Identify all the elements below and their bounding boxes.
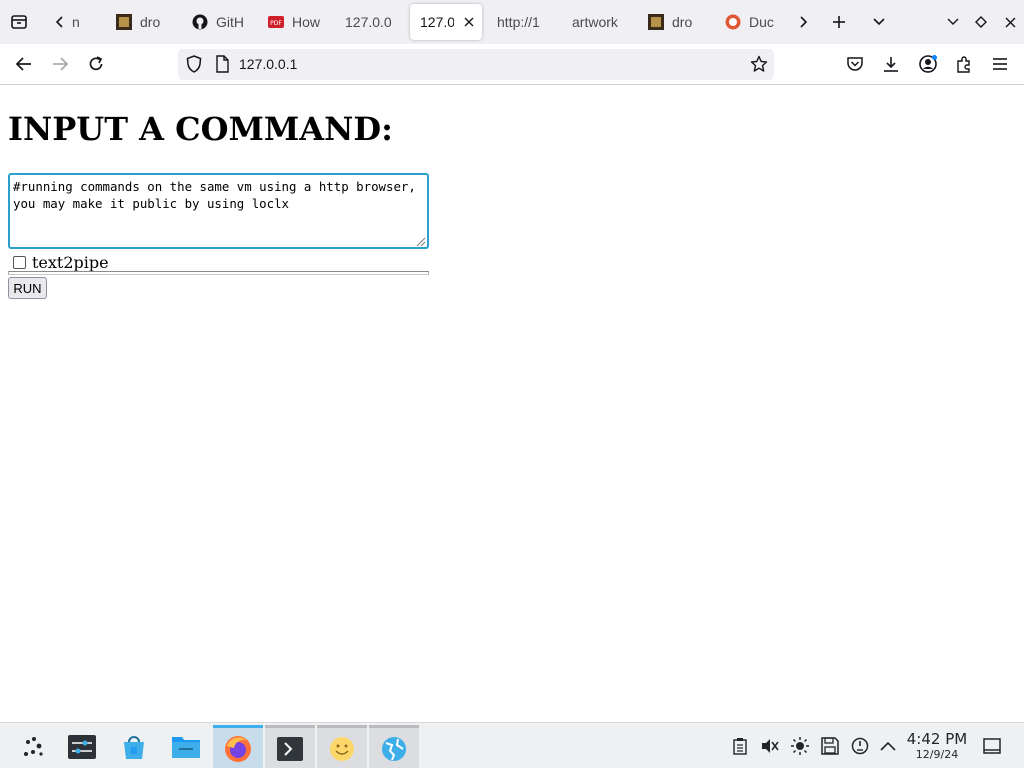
tab-8[interactable]: dro [638,4,714,40]
tab-title: dro [140,14,161,30]
navigation-toolbar: 127.0.0.1 [0,44,1024,85]
svg-text:PDF: PDF [270,20,282,27]
volume-muted-icon[interactable] [759,735,781,757]
text2pipe-label: text2pipe [32,252,109,272]
tab-title: dro [672,14,693,30]
maximize-window-icon[interactable] [966,7,996,37]
text2pipe-checkbox[interactable] [13,255,26,269]
brightness-icon[interactable] [789,735,811,757]
tab-title: artwork [572,14,618,30]
list-all-tabs-icon[interactable] [864,7,894,37]
tab-title: Duc [749,14,774,30]
horizontal-rule [8,271,429,275]
reload-icon[interactable] [81,49,111,79]
command-textarea[interactable]: #running commands on the same vm using a… [8,173,429,249]
bookmark-star-icon[interactable] [749,54,769,74]
extensions-icon[interactable] [949,49,979,79]
tab-5-active[interactable]: 127.0 [410,4,482,40]
clock-time: 4:42 PM [906,730,968,748]
shield-icon[interactable] [184,54,204,74]
terminal-taskbar-icon[interactable] [265,725,315,768]
tab-1[interactable]: dro [106,4,178,40]
tab-title: n [72,14,80,30]
tab-6[interactable]: http://1 [487,4,557,40]
firefox-view-icon[interactable] [4,7,34,37]
tab-4[interactable]: 127.0.0 [335,4,407,40]
firefox-taskbar-icon[interactable] [213,725,263,768]
forward-icon[interactable] [45,49,75,79]
tab-title: http://1 [497,14,540,30]
close-window-icon[interactable] [995,7,1024,37]
smiley-app-icon[interactable] [317,725,367,768]
new-tab-icon[interactable] [824,7,854,37]
show-desktop-icon[interactable] [981,735,1003,757]
back-icon[interactable] [9,49,39,79]
url-text: 127.0.0.1 [239,56,298,72]
tab-scroll-right-icon[interactable] [788,7,818,37]
system-clock[interactable]: 4:42 PM 12/9/24 [900,730,974,762]
system-settings-icon[interactable] [57,725,107,768]
text2pipe-option[interactable]: text2pipe [8,252,109,272]
tab-title: 127.0 [420,14,454,30]
run-button[interactable]: RUN [8,277,47,299]
page-heading: INPUT A COMMAND: [8,110,393,148]
discover-store-icon[interactable] [109,725,159,768]
tab-title: GitH [216,14,244,30]
taskbar [0,722,1024,768]
minimize-window-icon[interactable] [938,7,968,37]
clock-date: 12/9/24 [915,748,959,761]
tab-0[interactable]: n [62,4,110,40]
close-tab-icon[interactable] [462,15,476,29]
app-launcher-icon[interactable] [8,725,58,768]
downloads-icon[interactable] [876,49,906,79]
page-icon[interactable] [212,54,232,74]
pocket-icon[interactable] [840,49,870,79]
performance-gauge-icon[interactable] [849,735,871,757]
tab-2[interactable]: GitH [182,4,260,40]
url-bar[interactable]: 127.0.0.1 [178,49,774,80]
menu-icon[interactable] [985,49,1015,79]
droid-icon [648,14,664,30]
tab-9[interactable]: Duc [715,4,787,40]
github-icon [192,14,208,30]
globe-app-icon[interactable] [369,725,419,768]
tab-3[interactable]: PDF How [258,4,336,40]
tab-strip: n dro GitH PDF How 127.0.0 127.0 http://… [0,0,1024,44]
tab-title: How [292,14,321,30]
show-hidden-icons-icon[interactable] [877,735,899,757]
tab-title: 127.0.0 [345,14,392,30]
file-manager-icon[interactable] [161,725,211,768]
pdf-icon: PDF [268,14,284,30]
clipboard-icon[interactable] [729,735,751,757]
page-content: INPUT A COMMAND: #running commands on th… [0,85,1024,722]
duckduckgo-icon [725,14,741,30]
tab-7[interactable]: artwork [562,4,642,40]
droid-icon [116,14,132,30]
account-icon[interactable] [913,49,943,79]
save-disk-icon[interactable] [819,735,841,757]
